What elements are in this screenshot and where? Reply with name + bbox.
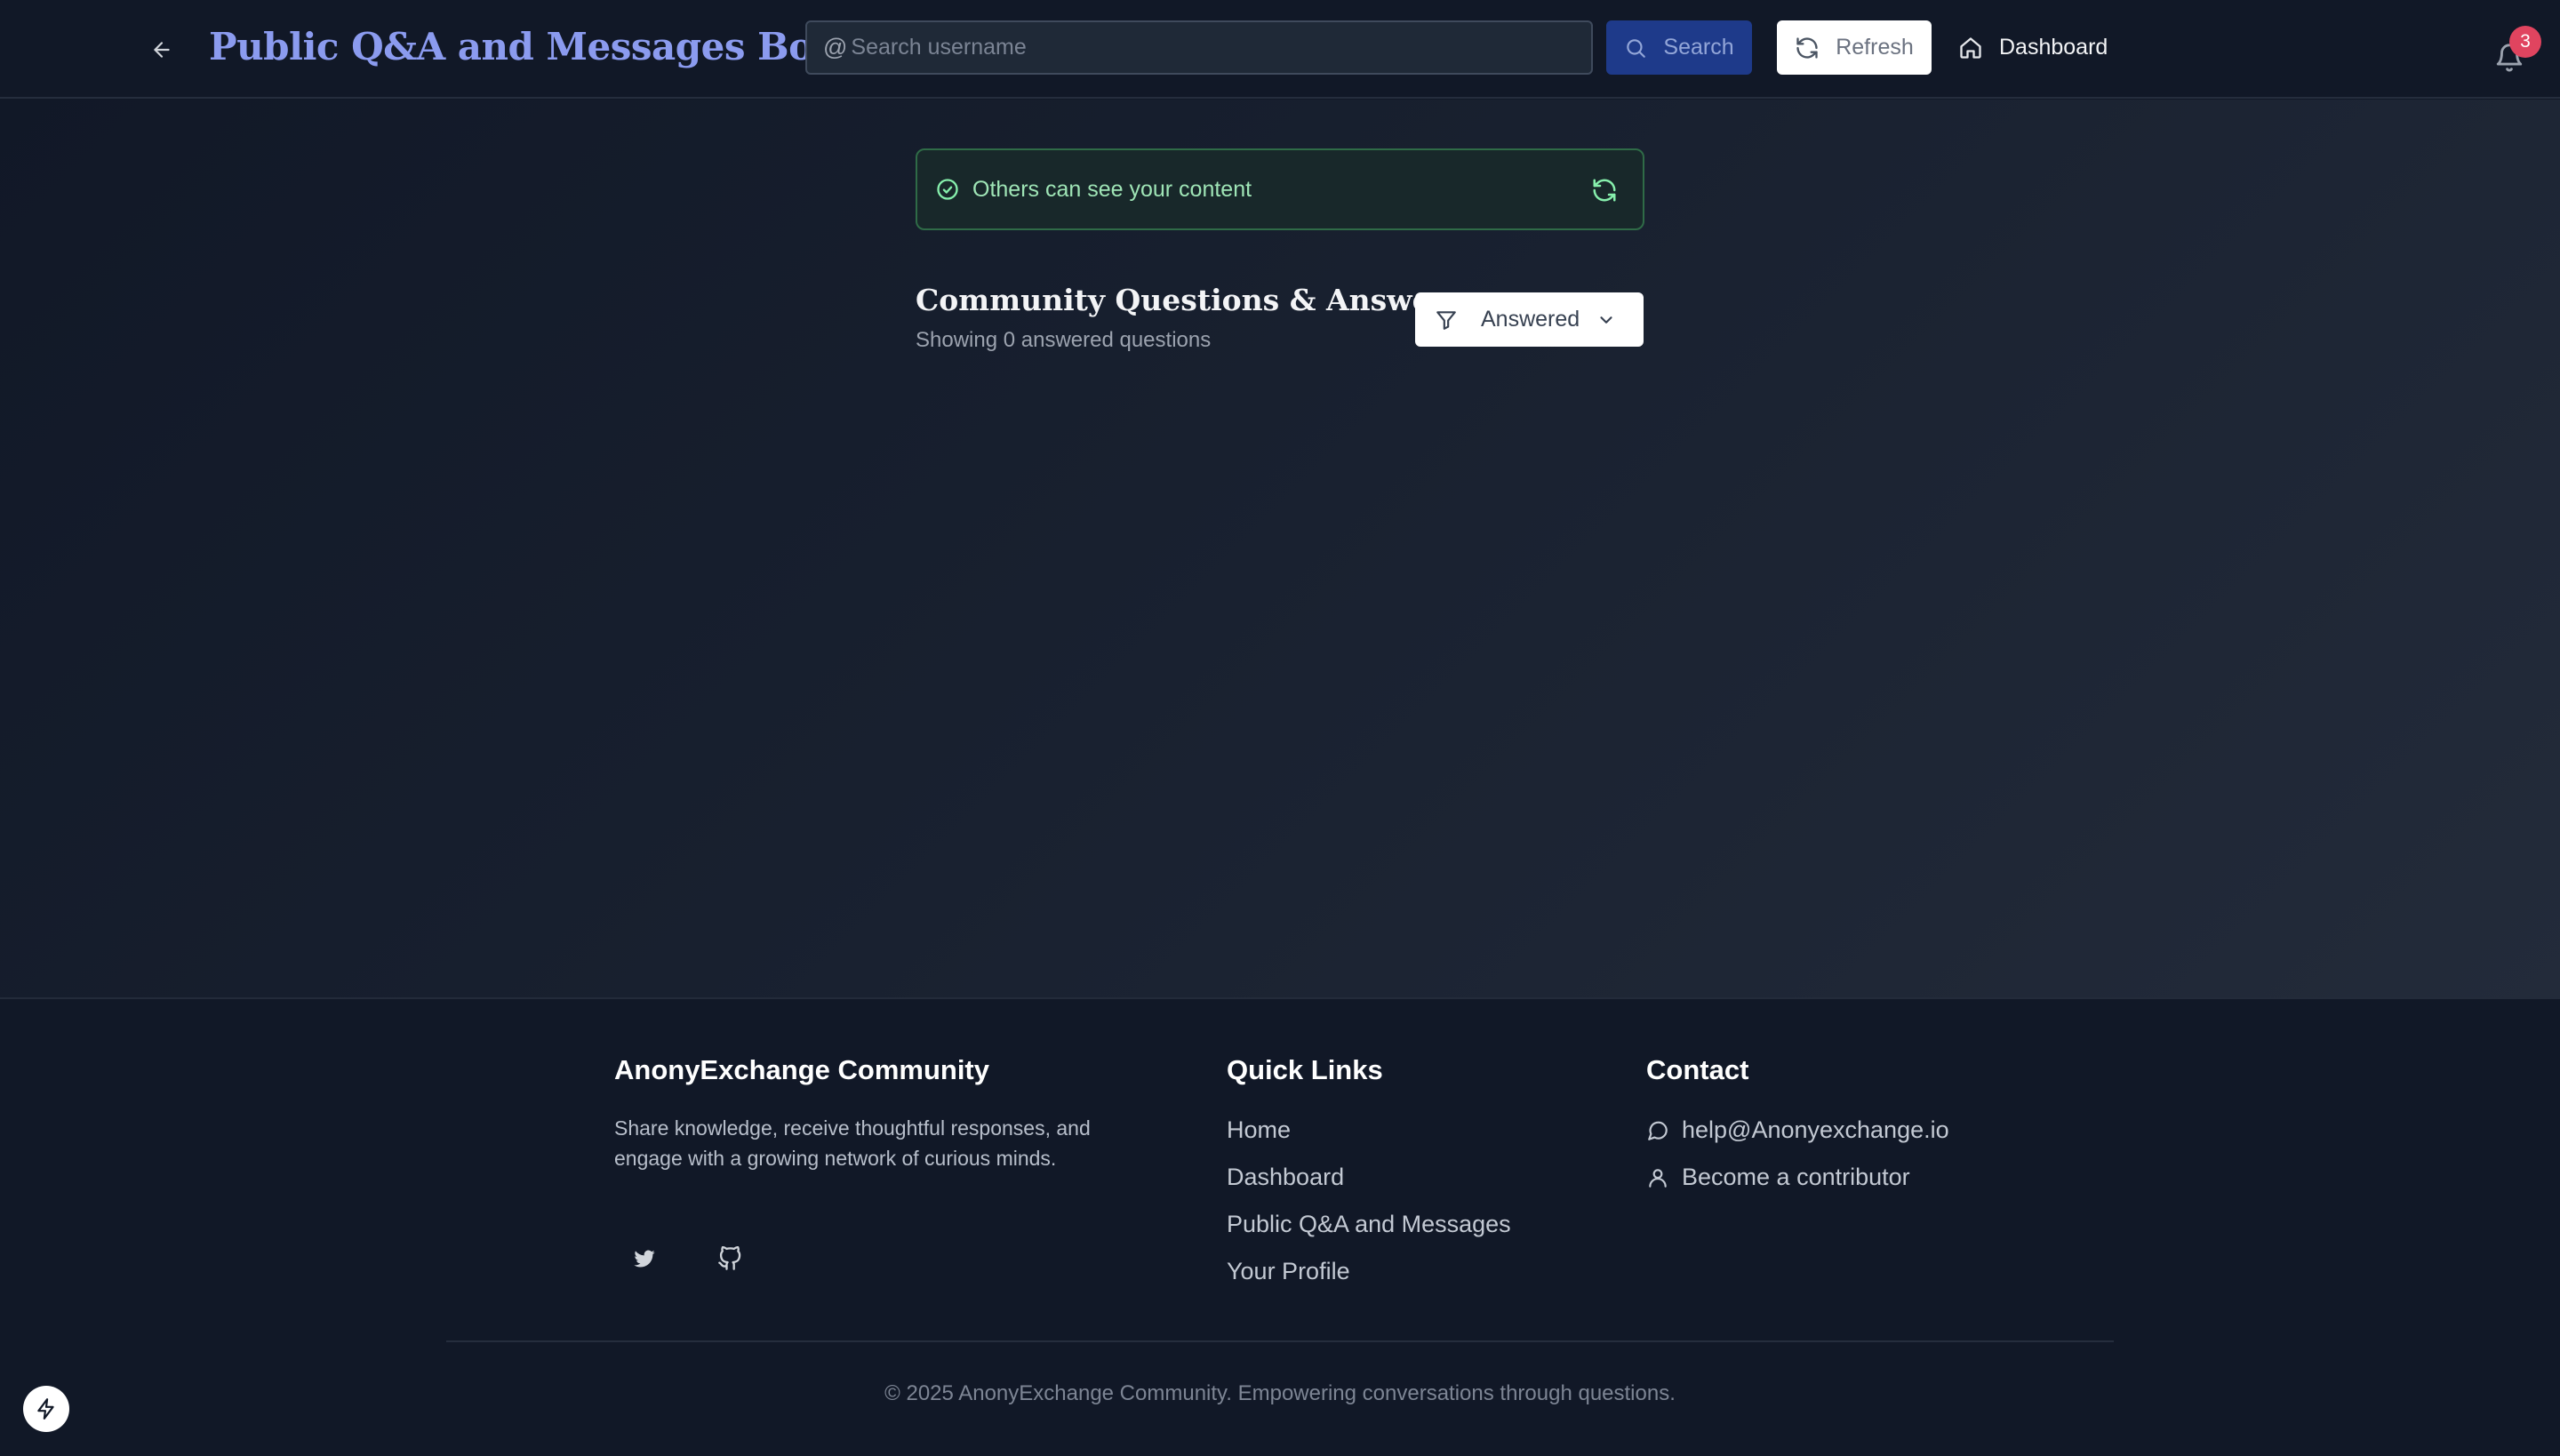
back-button[interactable] — [146, 34, 178, 66]
dashboard-link[interactable]: Dashboard — [1958, 20, 2108, 75]
twitter-link[interactable] — [623, 1237, 666, 1280]
page-title: Public Q&A and Messages Board — [209, 25, 882, 68]
message-circle-icon — [1648, 1121, 1668, 1140]
contact-title: Contact — [1646, 1054, 1749, 1085]
dashboard-link-label: Dashboard — [1999, 35, 2108, 60]
answer-filter-dropdown[interactable]: Answered — [1415, 292, 1644, 347]
github-icon — [718, 1246, 741, 1270]
search-button-label: Search — [1663, 35, 1734, 60]
check-circle-icon — [937, 179, 958, 200]
username-search-input[interactable] — [851, 35, 1563, 60]
contact-email-link[interactable]: help@Anonyexchange.io — [1646, 1116, 1949, 1144]
footer-brand-description: Share knowledge, receive thoughtful resp… — [614, 1116, 1091, 1170]
refresh-icon — [1796, 36, 1818, 59]
notification-count-badge: 3 — [2509, 26, 2541, 58]
copyright-text: © 2025 AnonyExchange Community. Empoweri… — [884, 1381, 1676, 1405]
contact-email-text: help@Anonyexchange.io — [1682, 1116, 1949, 1143]
visibility-status-banner: Others can see your content — [916, 148, 1644, 230]
footer-link-profile[interactable]: Your Profile — [1227, 1258, 1350, 1285]
section-subtitle: Showing 0 answered questions — [916, 328, 1212, 352]
top-header: Public Q&A and Messages Board @ Search R… — [0, 0, 2560, 99]
arrow-left-icon — [154, 42, 170, 58]
footer-link-public-qa[interactable]: Public Q&A and Messages — [1227, 1211, 1511, 1238]
footer-brand-title: AnonyExchange Community — [614, 1054, 989, 1085]
search-field[interactable]: @ — [805, 20, 1593, 75]
footer-link-dashboard[interactable]: Dashboard — [1227, 1164, 1344, 1191]
quick-links-title: Quick Links — [1227, 1054, 1383, 1085]
bolt-action-button[interactable] — [23, 1386, 69, 1432]
twitter-icon — [634, 1250, 655, 1268]
github-link[interactable] — [708, 1237, 751, 1280]
section-title: Community Questions & Answers — [916, 283, 1463, 317]
search-icon — [1627, 38, 1646, 58]
visibility-status-text: Others can see your content — [972, 176, 1252, 202]
footer-divider — [446, 1340, 2114, 1342]
filter-selected-value: Answered — [1481, 307, 1580, 332]
refresh-button[interactable]: Refresh — [1777, 20, 1932, 75]
main-content: Others can see your content Community Qu… — [0, 100, 2560, 997]
refresh-icon — [1593, 179, 1616, 202]
chevron-down-icon — [1600, 316, 1612, 324]
become-contributor-link[interactable]: Become a contributor — [1646, 1164, 1910, 1191]
search-button[interactable]: Search — [1606, 20, 1752, 75]
become-contributor-text: Become a contributor — [1682, 1164, 1910, 1190]
filter-icon — [1436, 310, 1456, 330]
refresh-button-label: Refresh — [1836, 35, 1914, 60]
home-icon — [1960, 36, 1981, 59]
bolt-icon — [37, 1398, 54, 1420]
banner-refresh-button[interactable] — [1591, 177, 1618, 208]
user-icon — [1649, 1168, 1667, 1188]
at-sign-prefix: @ — [823, 34, 848, 60]
footer-link-home[interactable]: Home — [1227, 1116, 1291, 1144]
site-footer: AnonyExchange Community Share knowledge,… — [0, 997, 2560, 1456]
